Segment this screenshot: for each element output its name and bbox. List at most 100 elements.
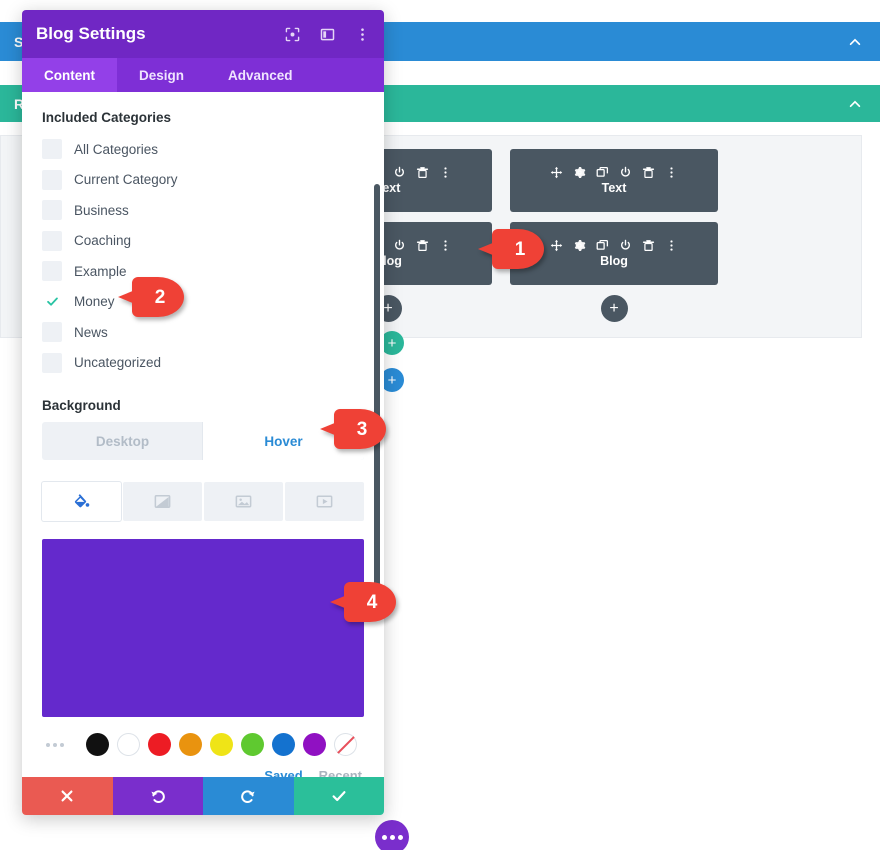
save-button[interactable]	[293, 777, 384, 815]
video-icon[interactable]	[285, 482, 364, 521]
checkbox[interactable]	[42, 139, 62, 160]
callout-number: 3	[356, 418, 368, 440]
kebab-menu-icon[interactable]	[439, 166, 452, 179]
image-icon[interactable]	[204, 482, 283, 521]
redo-icon	[241, 790, 255, 803]
ellipsis-icon[interactable]	[375, 820, 409, 850]
callout-body: 3	[334, 409, 386, 449]
callout-marker-2: 2	[118, 277, 184, 317]
category-row-example[interactable]: Example	[42, 256, 364, 287]
gradient-icon[interactable]	[123, 482, 202, 521]
module-toolbar	[550, 166, 678, 179]
background-label: Background	[42, 398, 121, 413]
category-row-business[interactable]: Business	[42, 195, 364, 226]
checkbox[interactable]	[42, 200, 62, 221]
module-label: Blog	[600, 254, 628, 268]
swatch-red[interactable]	[148, 733, 171, 756]
swatch-no-color[interactable]	[334, 733, 357, 756]
trash-icon[interactable]	[642, 166, 655, 179]
callout-number: 2	[154, 286, 166, 308]
category-row-money[interactable]: Money	[42, 287, 364, 318]
category-label: News	[74, 324, 108, 340]
swatch-blue[interactable]	[272, 733, 295, 756]
undo-icon	[151, 790, 165, 803]
swatch-orange[interactable]	[179, 733, 202, 756]
chevron-up-icon[interactable]	[848, 35, 862, 49]
module-label: Text	[601, 181, 627, 195]
included-categories-label: Included Categories	[42, 110, 172, 125]
category-label: Business	[74, 202, 129, 218]
checkbox[interactable]	[42, 291, 62, 312]
callout-marker-3: 3	[320, 409, 386, 449]
module-card[interactable]: Text	[510, 149, 718, 212]
checkbox[interactable]	[42, 230, 62, 251]
modal-header: Blog Settings	[22, 10, 384, 58]
ellipsis-icon[interactable]	[42, 742, 78, 747]
move-icon[interactable]	[550, 239, 563, 252]
power-icon[interactable]	[393, 239, 406, 252]
discard-button[interactable]	[22, 777, 113, 815]
panel-layout-icon[interactable]	[320, 27, 335, 42]
modal-header-icons	[285, 27, 370, 42]
power-icon[interactable]	[619, 166, 632, 179]
callout-body: 4	[344, 582, 396, 622]
kebab-menu-icon[interactable]	[665, 166, 678, 179]
screenshot-root: Section Row Text	[0, 0, 880, 850]
scrollbar-thumb[interactable]	[374, 184, 380, 596]
kebab-menu-icon[interactable]	[439, 239, 452, 252]
trash-icon[interactable]	[642, 239, 655, 252]
duplicate-icon[interactable]	[596, 166, 609, 179]
tab-saved[interactable]: Saved	[264, 768, 302, 777]
swatch-purple[interactable]	[303, 733, 326, 756]
swatch-yellow[interactable]	[210, 733, 233, 756]
kebab-menu-icon[interactable]	[665, 239, 678, 252]
power-icon[interactable]	[619, 239, 632, 252]
gear-icon[interactable]	[573, 239, 586, 252]
move-icon[interactable]	[550, 166, 563, 179]
kebab-menu-icon[interactable]	[355, 27, 370, 42]
paint-bucket-icon[interactable]	[42, 482, 121, 521]
selected-color-preview[interactable]	[42, 539, 364, 717]
trash-icon[interactable]	[416, 239, 429, 252]
category-label: Coaching	[74, 233, 132, 249]
duplicate-icon[interactable]	[596, 239, 609, 252]
category-row-coaching[interactable]: Coaching	[42, 226, 364, 257]
tab-recent[interactable]: Recent	[319, 768, 362, 777]
category-row-current-category[interactable]: Current Category	[42, 165, 364, 196]
checkbox[interactable]	[42, 169, 62, 190]
module-toolbar	[550, 239, 678, 252]
modal-tabs: Content Design Advanced	[22, 58, 384, 92]
focus-mode-icon[interactable]	[285, 27, 300, 42]
tab-desktop[interactable]: Desktop	[42, 422, 203, 460]
chevron-up-icon[interactable]	[848, 97, 862, 111]
color-swatch-row	[42, 733, 364, 756]
callout-marker-4: 4	[330, 582, 396, 622]
checkbox[interactable]	[42, 322, 62, 343]
callout-marker-1: 1	[478, 229, 544, 269]
category-row-news[interactable]: News	[42, 317, 364, 348]
undo-button[interactable]	[112, 777, 203, 815]
checkbox[interactable]	[42, 261, 62, 282]
category-label: Money	[74, 294, 115, 310]
category-row-uncategorized[interactable]: Uncategorized	[42, 348, 364, 379]
category-label: All Categories	[74, 141, 159, 157]
tab-content[interactable]: Content	[22, 58, 117, 92]
category-label: Current Category	[74, 172, 178, 188]
swatch-green[interactable]	[241, 733, 264, 756]
modal-footer	[22, 777, 384, 815]
add-module-button[interactable]: +	[600, 295, 628, 322]
trash-icon[interactable]	[416, 166, 429, 179]
category-row-all-categories[interactable]: All Categories	[42, 134, 364, 165]
checkbox[interactable]	[42, 352, 62, 373]
power-icon[interactable]	[393, 166, 406, 179]
gear-icon[interactable]	[573, 166, 586, 179]
check-icon	[332, 791, 346, 802]
page-title: Blog Settings	[36, 24, 146, 43]
redo-button[interactable]	[203, 777, 294, 815]
tab-advanced[interactable]: Advanced	[206, 58, 315, 92]
tab-design[interactable]: Design	[117, 58, 206, 92]
swatch-black[interactable]	[86, 733, 109, 756]
swatch-white[interactable]	[117, 733, 140, 756]
palette-tabs: Saved Recent	[42, 768, 364, 777]
callout-number: 1	[514, 238, 526, 260]
